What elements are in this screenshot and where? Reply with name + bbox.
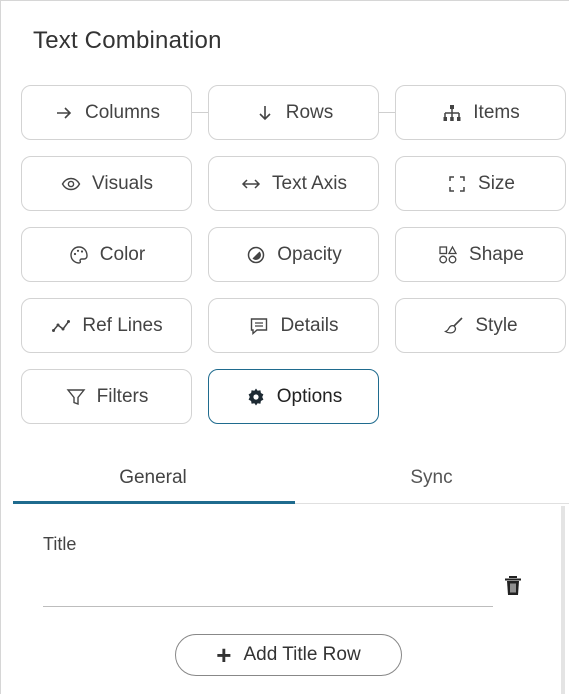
ref-lines-button[interactable]: Ref Lines [21, 298, 192, 353]
add-title-row-button[interactable]: + Add Title Row [175, 634, 402, 676]
color-button[interactable]: Color [21, 227, 192, 282]
gear-icon [245, 386, 267, 408]
tab-general[interactable]: General [13, 453, 293, 503]
columns-label: Columns [85, 101, 160, 123]
filters-label: Filters [96, 385, 149, 407]
opacity-icon [245, 244, 267, 266]
general-tab-content: Title + Add Title Row [13, 506, 565, 694]
ref-lines-icon [50, 315, 72, 337]
tab-sync-label: Sync [410, 467, 453, 488]
brush-icon [443, 315, 465, 337]
details-button[interactable]: Details [208, 298, 379, 353]
opacity-label: Opacity [277, 243, 342, 265]
options-button[interactable]: Options [208, 369, 379, 424]
connector-line [378, 112, 396, 113]
tabs-divider [295, 503, 569, 504]
size-corners-icon [446, 173, 468, 195]
eye-icon [60, 173, 82, 195]
details-label: Details [280, 314, 339, 336]
plus-icon: + [216, 640, 232, 670]
rows-button[interactable]: Rows [208, 85, 379, 140]
comment-icon [248, 315, 270, 337]
tab-general-label: General [119, 467, 187, 488]
text-axis-label: Text Axis [272, 172, 347, 194]
shape-button[interactable]: Shape [395, 227, 566, 282]
color-label: Color [99, 243, 146, 265]
trash-icon[interactable] [502, 574, 524, 598]
columns-button[interactable]: Columns [21, 85, 192, 140]
items-label: Items [473, 101, 520, 123]
options-tabs: General Sync [13, 453, 569, 505]
panel-title: Text Combination [33, 27, 222, 54]
palette-icon [68, 244, 90, 266]
arrow-right-icon [53, 102, 75, 124]
active-tab-indicator [13, 501, 295, 504]
size-label: Size [478, 172, 515, 194]
title-input-underline [43, 606, 493, 607]
tab-sync[interactable]: Sync [293, 453, 569, 503]
visuals-label: Visuals [92, 172, 153, 194]
filters-button[interactable]: Filters [21, 369, 192, 424]
text-axis-button[interactable]: Text Axis [208, 156, 379, 211]
filter-icon [65, 386, 87, 408]
items-button[interactable]: Items [395, 85, 566, 140]
ref-lines-label: Ref Lines [82, 314, 163, 336]
visuals-button[interactable]: Visuals [21, 156, 192, 211]
connector-line [191, 112, 209, 113]
text-combination-panel: Text Combination Columns Rows Items Visu… [0, 0, 569, 694]
shapes-icon [437, 244, 459, 266]
double-arrow-horizontal-icon [240, 173, 262, 195]
options-label: Options [276, 385, 343, 407]
rows-label: Rows [285, 101, 334, 123]
shape-label: Shape [469, 243, 524, 265]
add-title-row-label: Add Title Row [243, 644, 361, 665]
arrow-down-icon [254, 102, 276, 124]
style-button[interactable]: Style [395, 298, 566, 353]
size-button[interactable]: Size [395, 156, 566, 211]
title-field-label: Title [43, 534, 77, 554]
opacity-button[interactable]: Opacity [208, 227, 379, 282]
title-input[interactable] [43, 572, 493, 604]
hierarchy-icon [441, 102, 463, 124]
style-label: Style [475, 314, 518, 336]
